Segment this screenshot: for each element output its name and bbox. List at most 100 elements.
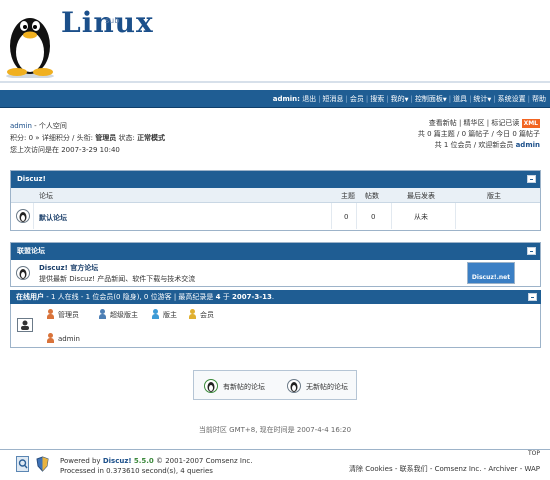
nav-search[interactable]: 搜索 — [370, 95, 384, 103]
legend-admin-label: 管理员 — [58, 310, 79, 319]
user-info: admin - 个人空间 积分: 0 » 详细积分 / 头衔: 管理员 状态: … — [10, 118, 540, 162]
union-forums-panel: 联盟论坛 Discuz! 官方论坛 提供最新 Discuz! 产品新闻、软件下载… — [10, 242, 541, 287]
credits-label: 积分: — [10, 134, 27, 142]
mark-read-link[interactable]: 标记已读 — [491, 119, 519, 127]
legend-super-mod: 超级版主 — [98, 309, 138, 320]
category-header: Discuz! — [11, 171, 540, 188]
moderator-user-icon — [151, 309, 160, 320]
forum-posts: 0 — [371, 213, 376, 221]
new-posts-label: 有新帖的论坛 — [223, 383, 265, 391]
header-divider — [0, 81, 550, 83]
legend-member: 会员 — [188, 309, 214, 320]
category-title[interactable]: Discuz! — [17, 175, 46, 183]
collapse-icon[interactable] — [528, 293, 537, 301]
newest-member-link[interactable]: admin — [516, 141, 540, 149]
title-label: 头衔: — [76, 134, 93, 142]
online-record-count: 4 — [215, 293, 221, 301]
xml-badge[interactable]: XML — [521, 119, 540, 128]
online-list-icon — [17, 318, 33, 334]
stats-line-1: 共 0 篇主题 / 0 篇帖子 / 今日 0 篇帖子 — [417, 130, 540, 138]
column-headers: 论坛 主题 帖数 最后发表 版主 — [11, 188, 540, 203]
online-users-body: 管理员 超级版主 版主 会员 admin — [10, 304, 541, 348]
credits-value: 0 — [28, 134, 34, 142]
nav-logout[interactable]: 退出 — [302, 95, 316, 103]
collapse-icon[interactable] — [527, 247, 536, 255]
nav-my[interactable]: 我的▼ — [391, 95, 409, 103]
nav-members[interactable]: 会员 — [350, 95, 364, 103]
forum-last-post: 从未 — [414, 213, 428, 221]
user-info-right: 查看新帖 | 精华区 | 标记已读 XML 共 0 篇主题 / 0 篇帖子 / … — [417, 119, 540, 149]
union-logo-banner[interactable]: Discuz!.net — [467, 262, 515, 284]
union-forum-link[interactable]: Discuz! 官方论坛 — [39, 263, 98, 273]
view-new-posts-link[interactable]: 查看新帖 — [429, 119, 457, 127]
discuz-badge-icon[interactable] — [16, 456, 29, 474]
footer-links[interactable]: 清除 Cookies - 联系我们 - Comsenz Inc. - Archi… — [349, 464, 540, 474]
online-record-mid: 于 — [222, 293, 230, 301]
nav-system-settings[interactable]: 系统设置 — [498, 95, 526, 103]
member-user-icon — [188, 309, 197, 320]
nav-items: admin: 退出 | 短消息 | 会员 | 搜索 | 我的▼ | 控制面板▼ | 道具 | 统计▼ | 系统设… — [272, 95, 546, 103]
user-info-left: admin - 个人空间 积分: 0 » 详细积分 / 头衔: 管理员 状态: … — [10, 122, 166, 154]
union-forum-desc: 提供最新 Discuz! 产品新闻、软件下载与技术交流 — [39, 275, 196, 283]
union-header: 联盟论坛 — [11, 243, 540, 260]
post-legend-box: 有新帖的论坛 无新帖的论坛 — [193, 370, 357, 400]
stats-line-2: 共 1 位会员 / 欢迎新会员 — [434, 141, 514, 149]
admin-user-icon — [46, 309, 55, 320]
powered-prefix: Powered by — [60, 457, 101, 465]
forum-status-icon — [16, 208, 30, 226]
super-moderator-user-icon — [98, 309, 107, 320]
nav-help[interactable]: 帮助 — [532, 95, 546, 103]
footer: TOP Powered by Discuz! 5.5.0 © 2001-2007… — [0, 450, 550, 480]
col-moderator: 版主 — [487, 192, 501, 200]
title-value: 管理员 — [95, 134, 117, 142]
brand-sup: sub — [105, 16, 120, 25]
top-nav-bar: admin: 退出 | 短消息 | 会员 | 搜索 | 我的▼ | 控制面板▼ | 道具 | 统计▼ | 系统设… — [0, 90, 550, 108]
no-new-posts-icon — [287, 378, 301, 396]
status-value[interactable]: 正常模式 — [137, 134, 165, 142]
col-topics: 主题 — [341, 192, 355, 200]
version: 5.5.0 — [133, 457, 154, 465]
digest-link[interactable]: 精华区 — [464, 119, 485, 127]
collapse-icon[interactable] — [527, 175, 536, 183]
online-stats: - 1 人在线 - 1 位会员(0 隐身), 0 位游客 | 最高纪录是 — [46, 293, 214, 301]
forum-row: 默认论坛 0 0 从未 — [11, 203, 540, 229]
header: Linux sub — [0, 0, 550, 86]
legend-mod: 版主 — [151, 309, 177, 320]
col-forum: 论坛 — [39, 192, 53, 200]
processed-info: Processed in 0.373610 second(s), 4 queri… — [60, 467, 213, 475]
legend-admin: 管理员 — [46, 309, 79, 320]
forum-category-panel: Discuz! 论坛 主题 帖数 最后发表 版主 默认论坛 0 0 从未 — [10, 170, 541, 231]
online-user[interactable]: admin — [46, 333, 80, 344]
tux-logo-icon[interactable] — [2, 4, 58, 79]
server-time: 当前时区 GMT+8, 现在时间是 2007-4-4 16:20 — [198, 426, 352, 434]
forum-name-link[interactable]: 默认论坛 — [39, 213, 67, 223]
last-visit: 您上次访问是在 2007-3-29 10:40 — [10, 146, 120, 154]
credits-detail-link[interactable]: 详细积分 — [42, 134, 70, 142]
union-row: Discuz! 官方论坛 提供最新 Discuz! 产品新闻、软件下载与技术交流… — [11, 260, 540, 287]
online-label[interactable]: 在线用户 — [16, 293, 44, 301]
online-user-name[interactable]: admin — [58, 335, 80, 343]
shield-icon[interactable] — [36, 456, 49, 474]
nav-username[interactable]: admin: — [273, 95, 300, 103]
admin-user-icon — [46, 333, 55, 344]
legend-super-mod-label: 超级版主 — [110, 310, 138, 319]
space-link[interactable]: - 个人空间 — [34, 122, 67, 130]
union-title: 联盟论坛 — [17, 247, 45, 255]
nav-control-panel[interactable]: 控制面板▼ — [415, 95, 447, 103]
forum-topics: 0 — [344, 213, 349, 221]
col-last-post: 最后发表 — [407, 192, 435, 200]
copyright: © 2001-2007 Comsenz Inc. — [156, 457, 253, 465]
col-posts: 帖数 — [365, 192, 379, 200]
user-name-link[interactable]: admin — [10, 122, 32, 130]
discuz-link[interactable]: Discuz! — [103, 457, 132, 465]
back-to-top-link[interactable]: TOP — [528, 450, 540, 457]
status-label: 状态: — [118, 134, 135, 142]
nav-stats[interactable]: 统计▼ — [473, 95, 491, 103]
nav-tools[interactable]: 道具 — [453, 95, 467, 103]
union-logo-text: Discuz!.net — [471, 274, 511, 281]
credits-arrow-icon: » — [35, 134, 40, 142]
union-forum-icon — [16, 265, 30, 283]
online-record-date: 2007-3-13 — [231, 293, 272, 301]
footer-left: Powered by Discuz! 5.5.0 © 2001-2007 Com… — [60, 456, 252, 476]
nav-messages[interactable]: 短消息 — [323, 95, 344, 103]
